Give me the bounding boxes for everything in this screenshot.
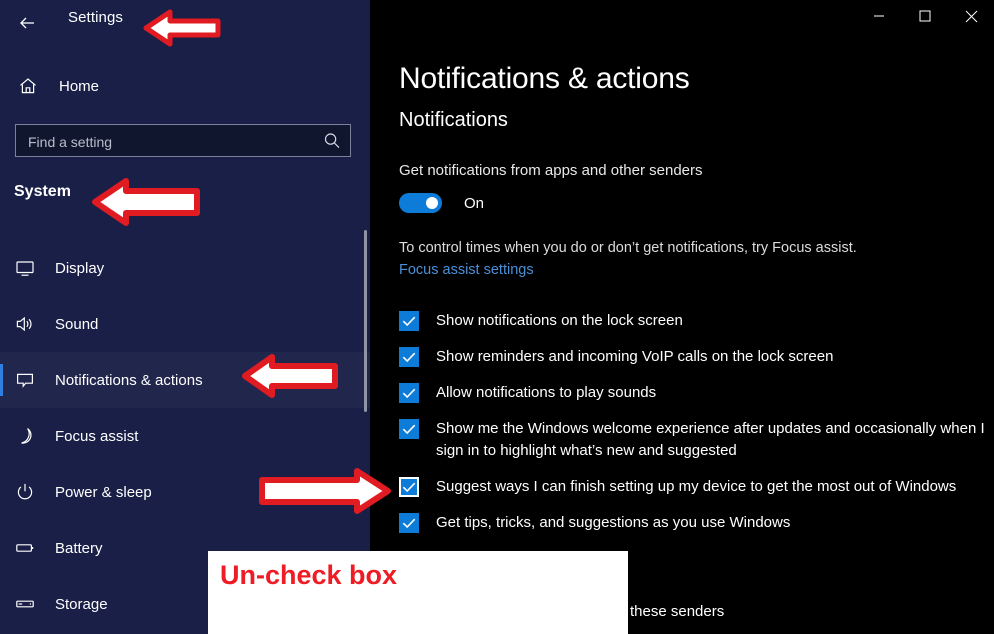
- sidebar-item-display[interactable]: Display: [0, 240, 370, 296]
- notification-options-list: Show notifications on the lock screen Sh…: [398, 310, 989, 548]
- checkbox-show-on-lock-screen[interactable]: [399, 311, 419, 331]
- checkbox-reminders-voip[interactable]: [399, 347, 419, 367]
- checkbox-welcome-experience[interactable]: [399, 419, 419, 439]
- toggle-caption: Get notifications from apps and other se…: [399, 162, 703, 179]
- checkbox-suggest-ways-finish-setup[interactable]: [398, 476, 420, 498]
- speech-bubble-icon: [13, 368, 37, 392]
- checkbox-row[interactable]: Suggest ways I can finish setting up my …: [398, 476, 989, 498]
- settings-sidebar: Settings Home System: [0, 0, 370, 634]
- checkbox-row[interactable]: Get tips, tricks, and suggestions as you…: [399, 512, 989, 534]
- main-content: Notifications & actions Notifications Ge…: [370, 0, 994, 634]
- sidebar-item-display-label: Display: [55, 259, 105, 277]
- toggle-knob: [426, 197, 438, 209]
- selection-accent-bar: [0, 420, 3, 452]
- sidebar-item-focus-assist-label: Focus assist: [55, 427, 139, 445]
- annotation-callout-text: Un-check box: [220, 560, 398, 590]
- battery-icon: [13, 536, 37, 560]
- checkbox-label: Suggest ways I can finish setting up my …: [436, 478, 957, 495]
- checkbox-play-sounds[interactable]: [399, 383, 419, 403]
- focus-assist-note: To control times when you do or don’t ge…: [399, 240, 857, 256]
- partially-hidden-text: these senders: [630, 603, 725, 620]
- selection-accent-bar: [0, 476, 3, 508]
- speaker-icon: [13, 312, 37, 336]
- selection-accent-bar: [0, 252, 3, 284]
- sidebar-item-home-label: Home: [59, 77, 100, 95]
- power-icon: [13, 480, 37, 504]
- sidebar-scrollbar-thumb[interactable]: [364, 230, 367, 412]
- sidebar-item-storage-label: Storage: [55, 595, 108, 613]
- checkbox-label: Show me the Windows welcome experience a…: [436, 420, 985, 459]
- selection-accent-bar: [0, 364, 3, 396]
- search-input[interactable]: [26, 125, 320, 158]
- arrow-settings-title: [142, 7, 222, 54]
- minimize-icon[interactable]: [856, 0, 902, 32]
- checkbox-row[interactable]: Show notifications on the lock screen: [399, 310, 989, 332]
- sidebar-item-power-sleep-label: Power & sleep: [55, 483, 152, 501]
- page-title: Notifications & actions: [399, 62, 690, 95]
- sidebar-item-battery-label: Battery: [55, 539, 103, 557]
- focus-assist-settings-link[interactable]: Focus assist settings: [399, 262, 534, 278]
- app-title: Settings: [68, 9, 123, 26]
- sidebar-item-notifications-actions-label: Notifications & actions: [55, 371, 203, 389]
- maximize-icon[interactable]: [902, 0, 948, 32]
- notifications-toggle-row: On: [399, 193, 484, 213]
- section-subheading: Notifications: [399, 109, 508, 131]
- search-icon[interactable]: [322, 131, 342, 151]
- checkbox-label: Get tips, tricks, and suggestions as you…: [436, 514, 791, 531]
- selection-accent-bar: [0, 532, 3, 564]
- arrow-suggest-checkbox: [257, 466, 393, 521]
- checkbox-label: Show reminders and incoming VoIP calls o…: [436, 348, 834, 365]
- window-controls: [856, 0, 994, 32]
- annotation-callout-box: Un-check box: [208, 551, 628, 634]
- close-icon[interactable]: [948, 0, 994, 32]
- checkbox-label: Show notifications on the lock screen: [436, 312, 683, 329]
- drive-icon: [13, 592, 37, 616]
- selection-accent-bar: [0, 588, 3, 620]
- notifications-toggle[interactable]: [399, 193, 442, 213]
- moon-icon: [13, 424, 37, 448]
- checkbox-row[interactable]: Allow notifications to play sounds: [399, 382, 989, 404]
- search-box[interactable]: [15, 124, 351, 158]
- arrow-notifications-actions: [240, 352, 340, 405]
- selection-accent-bar: [0, 308, 3, 340]
- checkbox-tips-tricks[interactable]: [399, 513, 419, 533]
- sidebar-item-home[interactable]: Home: [0, 68, 370, 104]
- toggle-state-label: On: [464, 194, 485, 212]
- back-arrow-icon[interactable]: [10, 6, 44, 40]
- sidebar-item-sound[interactable]: Sound: [0, 296, 370, 352]
- sidebar-item-sound-label: Sound: [55, 315, 99, 333]
- home-icon: [16, 74, 40, 98]
- sidebar-item-focus-assist[interactable]: Focus assist: [0, 408, 370, 464]
- sidebar-section-title: System: [14, 183, 71, 200]
- checkbox-label: Allow notifications to play sounds: [436, 384, 657, 401]
- checkbox-row[interactable]: Show reminders and incoming VoIP calls o…: [399, 346, 989, 368]
- monitor-icon: [13, 256, 37, 280]
- arrow-system-section: [90, 176, 202, 233]
- checkbox-row[interactable]: Show me the Windows welcome experience a…: [399, 418, 989, 462]
